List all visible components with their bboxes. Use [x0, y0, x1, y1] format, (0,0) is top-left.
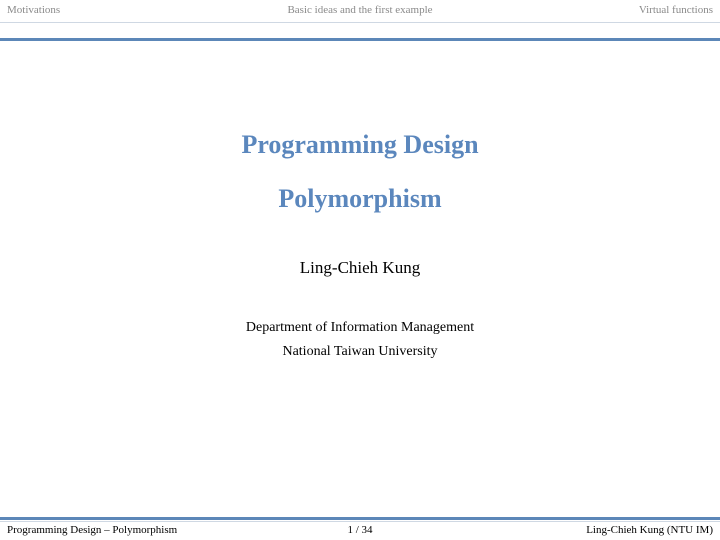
- nav-section-basic-ideas[interactable]: Basic ideas and the first example: [0, 4, 720, 16]
- footer-author: Ling-Chieh Kung (NTU IM): [586, 524, 713, 536]
- institute-university: National Taiwan University: [282, 344, 438, 359]
- slide-title: Programming Design: [241, 130, 479, 159]
- top-divider-thin: [0, 22, 720, 23]
- bottom-divider-thin: [0, 521, 720, 522]
- institute-department: Department of Information Management: [245, 320, 475, 335]
- top-divider: [0, 38, 720, 41]
- author-name: Ling-Chieh Kung: [299, 258, 421, 277]
- nav-section-virtual-functions[interactable]: Virtual functions: [639, 4, 713, 16]
- bottom-divider: [0, 517, 720, 520]
- slide-subtitle: Polymorphism: [278, 184, 442, 213]
- section-navigation: Motivations Basic ideas and the first ex…: [0, 0, 720, 22]
